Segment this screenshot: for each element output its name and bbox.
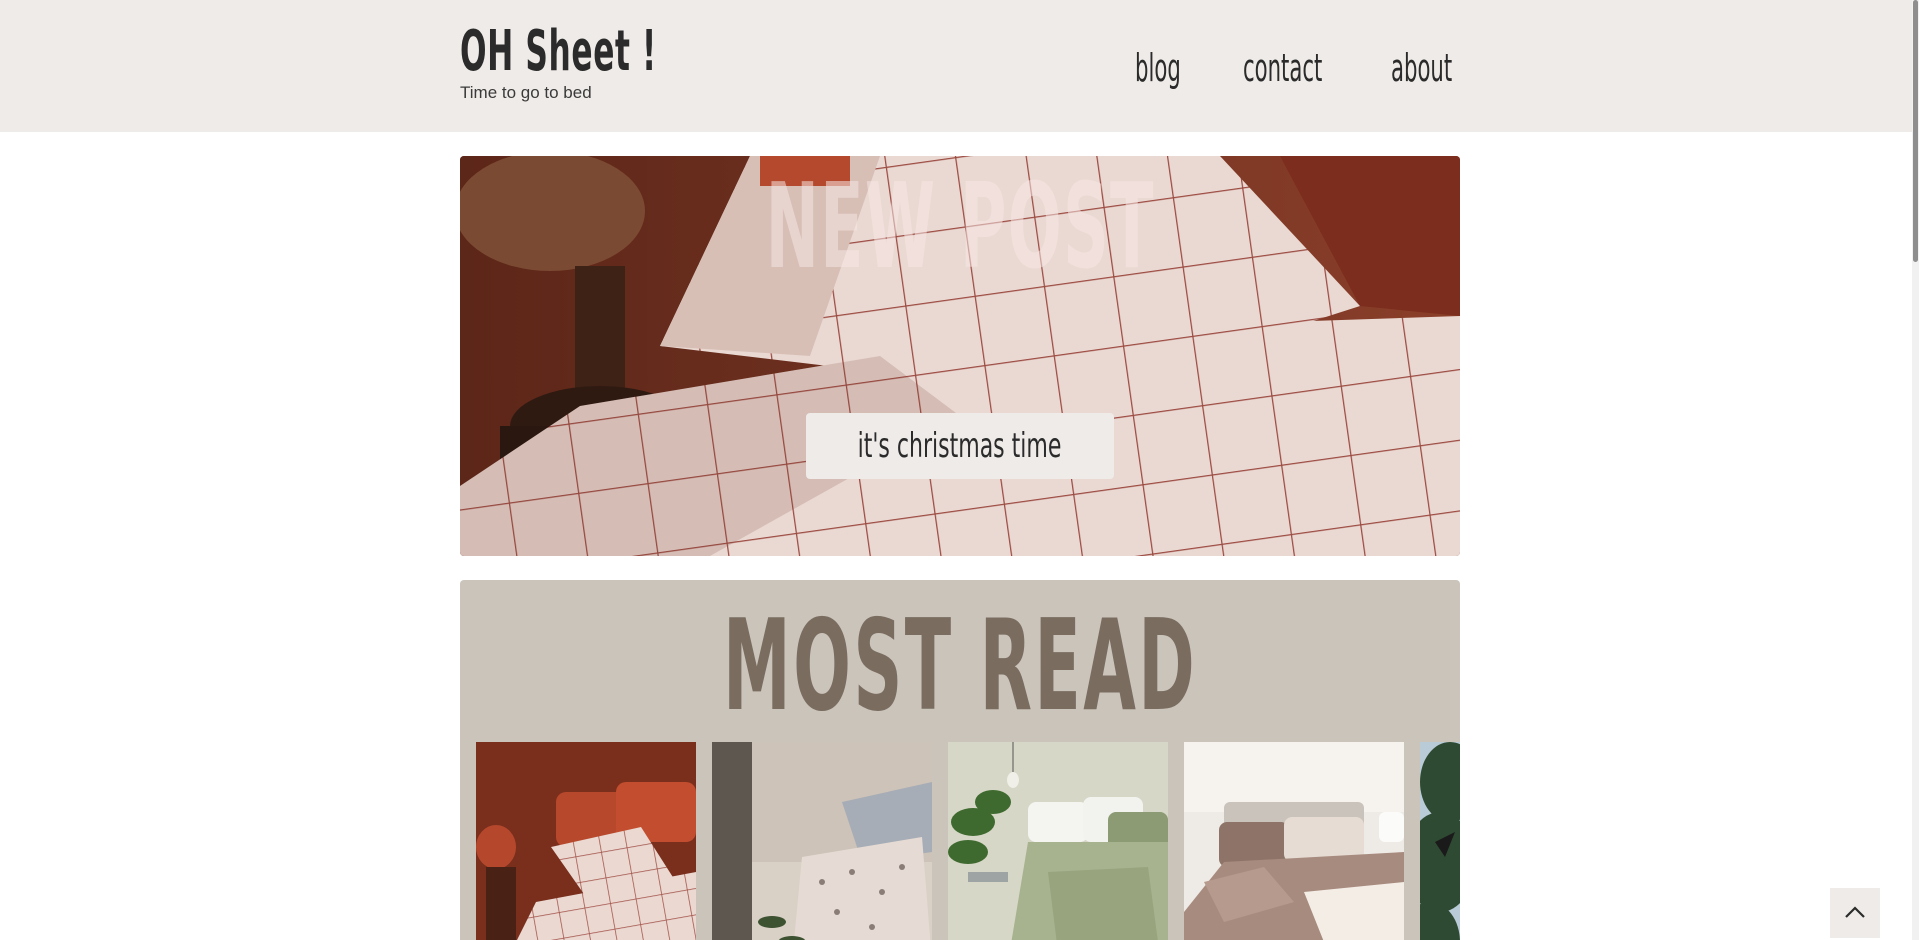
bedroom-rust-photo [476, 742, 696, 940]
most-read-card-5[interactable] [1420, 742, 1460, 940]
scroll-to-top-button[interactable] [1830, 888, 1880, 938]
main-nav: blog contact about [0, 44, 1460, 92]
new-post-title-text: NEW POST [765, 157, 1155, 295]
most-read-card-3[interactable] [948, 742, 1168, 940]
page-scrollbar-thumb[interactable] [1913, 0, 1918, 262]
outdoor-trees-photo [1420, 742, 1460, 940]
christmas-post-button-label: it's christmas time [858, 426, 1062, 466]
chevron-up-icon [1845, 906, 1865, 918]
site-header: OH Sheet ! Time to go to bed blog contac… [0, 0, 1919, 132]
nav-link-blog[interactable]: blog [1135, 44, 1181, 92]
most-read-section: MOST READ [460, 580, 1460, 940]
bedroom-floral-photo [712, 742, 932, 940]
christmas-post-button[interactable]: it's christmas time [806, 413, 1114, 479]
bedroom-sage-photo [948, 742, 1168, 940]
nav-link-contact[interactable]: contact [1243, 44, 1322, 92]
most-read-title: MOST READ [460, 602, 1460, 730]
new-post-title: NEW POST [460, 166, 1460, 286]
new-post-hero[interactable]: NEW POST it's christmas time [460, 156, 1460, 556]
most-read-card-1[interactable] [476, 742, 696, 940]
bedroom-taupe-photo [1184, 742, 1404, 940]
most-read-card-2[interactable] [712, 742, 932, 940]
nav-link-about[interactable]: about [1391, 44, 1452, 92]
most-read-card-4[interactable] [1184, 742, 1404, 940]
most-read-title-text: MOST READ [722, 592, 1198, 739]
